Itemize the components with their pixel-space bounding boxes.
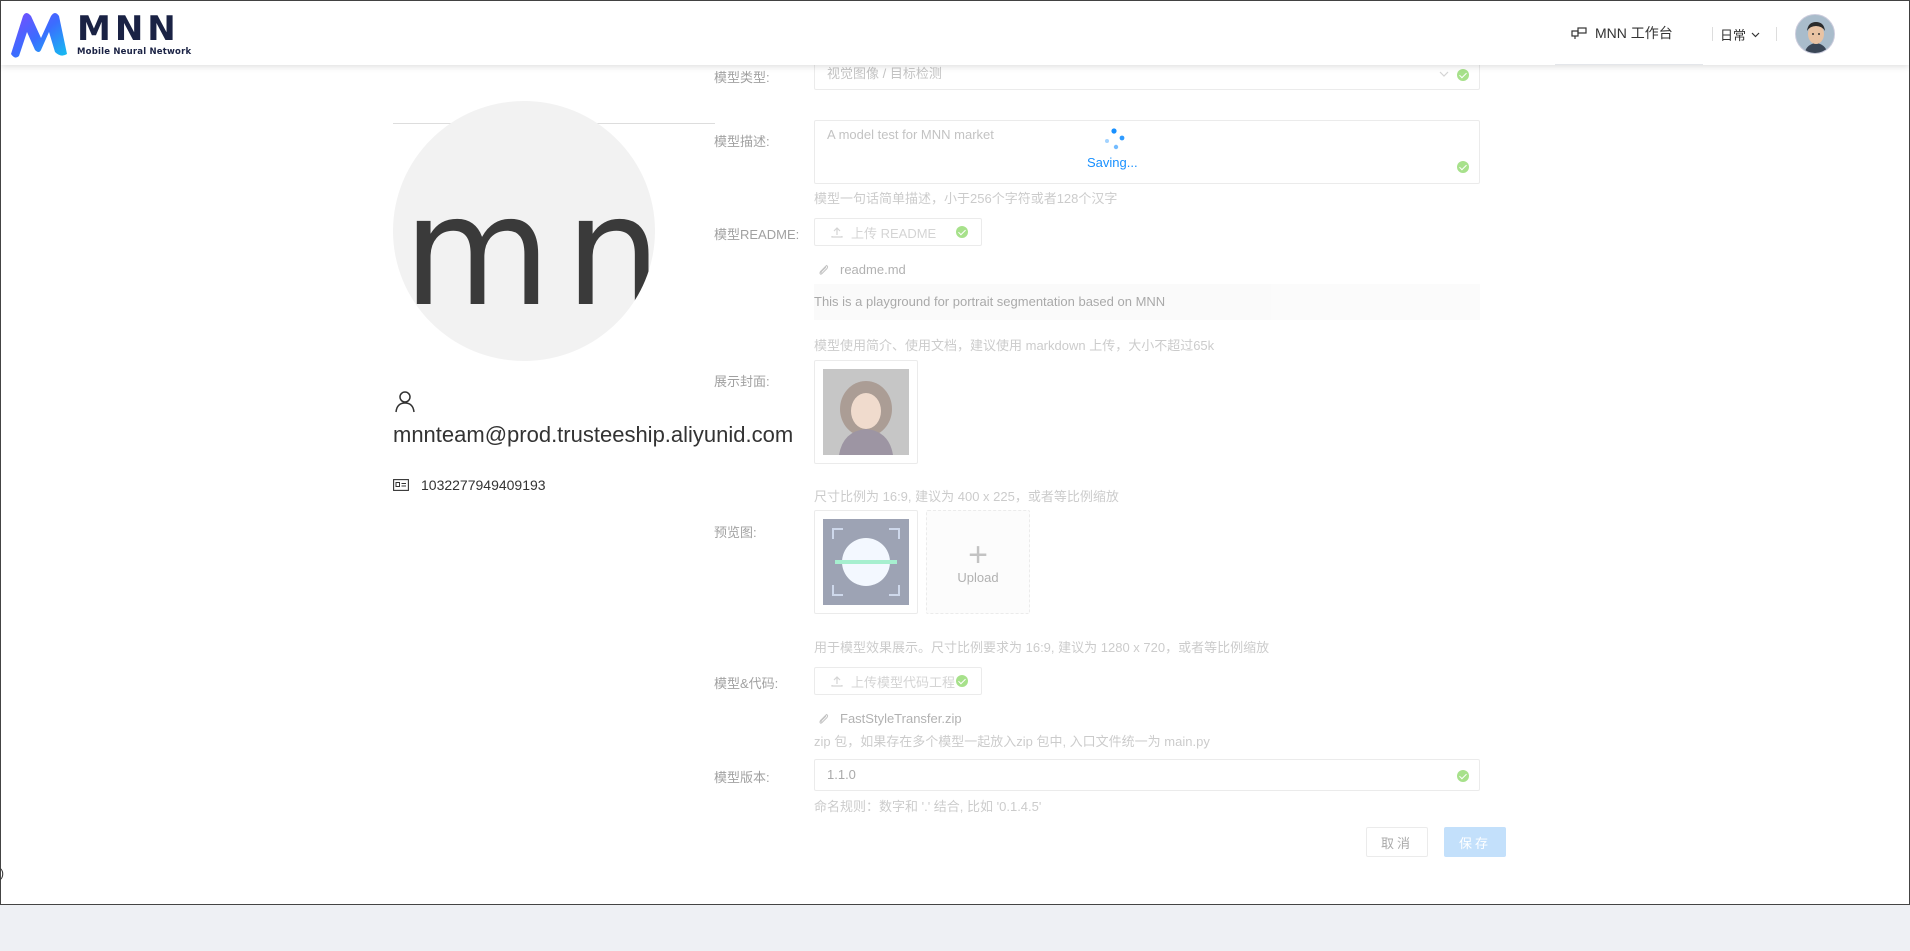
workbench-link[interactable]: MNN 工作台 (1571, 23, 1673, 43)
cover-label: 展示封面: (714, 374, 770, 389)
code-label: 模型&代码: (714, 676, 779, 691)
readme-preview-text: This is a playground for portrait segmen… (814, 294, 1166, 309)
env-dropdown[interactable]: 日常 (1720, 25, 1760, 44)
upload-readme-button[interactable]: 上传 README (814, 218, 982, 246)
upload-code-button[interactable]: 上传模型代码工程 (814, 667, 982, 695)
version-label: 模型版本: (714, 770, 770, 785)
model-desc-value: A model test for MNN market (827, 127, 994, 142)
avatar-icon (1796, 15, 1834, 53)
loading-spinner-icon (1105, 128, 1125, 150)
success-check-icon (956, 675, 968, 687)
preview-illustration (823, 519, 909, 605)
model-desc-help: 模型一句话简单描述，小于256个字符或者128个汉字 (814, 191, 1118, 206)
upload-code-label: 上传模型代码工程 (851, 674, 956, 690)
code-file-name: FastStyleTransfer.zip (840, 711, 962, 726)
save-label: 保存 (1458, 835, 1491, 851)
user-avatar[interactable] (1795, 14, 1835, 54)
model-desc-label: 模型描述: (714, 134, 770, 149)
upload-icon (831, 227, 843, 238)
upload-preview-button[interactable]: + Upload (926, 510, 1030, 614)
success-check-icon (956, 226, 968, 238)
preview-thumbnail[interactable] (814, 510, 918, 614)
code-help: zip 包，如果存在多个模型一起放入zip 包中, 入口文件统一为 main.p… (814, 734, 1210, 749)
workbench-icon (1571, 27, 1587, 39)
chevron-down-icon (1439, 71, 1449, 77)
paperclip-icon (819, 264, 829, 275)
header-divider (1776, 27, 1777, 41)
upload-preview-label: Upload (957, 569, 999, 585)
paperclip-icon (819, 713, 829, 724)
model-edit-form: 模型类型: 视觉图像 / 目标检测 模型描述: A model test for… (0, 0, 1910, 905)
readme-preview: This is a playground for portrait segmen… (814, 284, 1480, 320)
readme-help: 模型使用简介、使用文档，建议使用 markdown 上传，大小不超过65k (814, 338, 1215, 353)
logo-title: MNN (77, 9, 180, 49)
footer-band (0, 905, 1910, 951)
mnn-logo-icon (11, 13, 67, 58)
edge-text: ) (0, 866, 4, 880)
readme-label: 模型README: (714, 227, 800, 242)
top-header: MNN Mobile Neural Network MNN 工作台 日常 (1, 1, 1909, 65)
portrait-image (823, 369, 909, 455)
cover-thumbnail[interactable] (814, 360, 918, 464)
save-button[interactable]: 保存 (1444, 827, 1506, 857)
readme-file-name: readme.md (840, 262, 906, 277)
cover-help: 尺寸比例为 16:9, 建议为 400 x 225，或者等比例缩放 (814, 489, 1119, 504)
header-divider (1712, 27, 1713, 41)
upload-icon (831, 676, 843, 687)
workbench-underline (1555, 64, 1703, 65)
model-desc-textarea[interactable]: A model test for MNN market (814, 120, 1480, 184)
success-check-icon (1457, 161, 1469, 173)
cover-image (823, 369, 909, 455)
version-help: 命名规则：数字和 '.' 结合, 比如 '0.1.4.5' (814, 799, 1042, 814)
mnn-logo[interactable]: MNN Mobile Neural Network (9, 7, 191, 61)
cancel-label: 取消 (1380, 835, 1413, 851)
workbench-label: MNN 工作台 (1595, 25, 1673, 41)
env-label: 日常 (1720, 28, 1747, 43)
code-file-item[interactable]: FastStyleTransfer.zip (818, 711, 962, 726)
readme-file-item[interactable]: readme.md (818, 262, 906, 277)
chevron-down-icon (1751, 32, 1760, 37)
success-check-icon (1457, 770, 1469, 782)
version-input[interactable]: 1.1.0 (814, 759, 1480, 791)
preview-image (823, 519, 909, 605)
saving-text: Saving... (1087, 155, 1138, 170)
preview-label: 预览图: (714, 525, 757, 540)
success-check-icon (1457, 69, 1469, 81)
version-value: 1.1.0 (827, 767, 856, 782)
model-type-label: 模型类型: (714, 70, 770, 85)
upload-readme-label: 上传 README (851, 225, 937, 241)
preview-help: 用于模型效果展示。尺寸比例要求为 16:9, 建议为 1280 x 720，或者… (814, 640, 1270, 655)
cancel-button[interactable]: 取消 (1366, 827, 1428, 857)
plus-icon: + (968, 535, 988, 574)
model-type-value: 视觉图像 / 目标检测 (827, 66, 942, 81)
logo-subtitle: Mobile Neural Network (77, 47, 192, 57)
